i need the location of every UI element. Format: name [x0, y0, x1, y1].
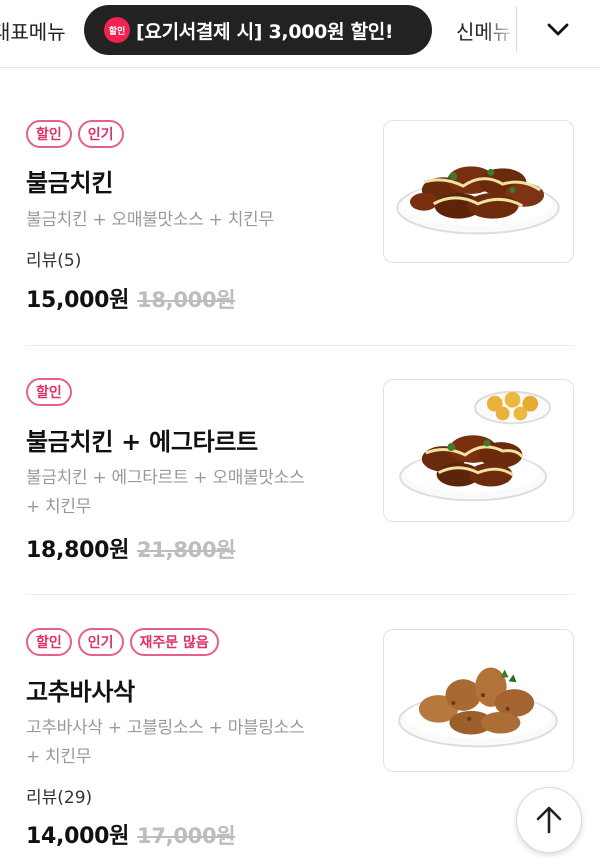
review-count[interactable]: 리뷰(29)	[26, 783, 92, 808]
arrow-up-icon	[536, 806, 562, 834]
discount-badge: 할인	[26, 628, 72, 656]
discount-badge: 할인	[26, 378, 72, 406]
menu-item-name: 고추바사삭	[26, 678, 135, 706]
popular-badge: 인기	[77, 628, 124, 656]
chevron-down-icon[interactable]	[544, 16, 572, 44]
sale-price: 14,000원	[26, 824, 130, 849]
original-price: 18,000원	[137, 288, 236, 312]
scroll-to-top-button[interactable]	[516, 787, 582, 853]
original-price: 17,000원	[137, 824, 236, 848]
tab-fade-overlay	[484, 6, 516, 56]
promo-text: [요기서결제 시] 3,000원 할인!	[136, 20, 394, 43]
menu-item-photo[interactable]	[383, 120, 574, 263]
menu-item-photo[interactable]	[383, 379, 574, 522]
tab-representative-menu[interactable]: 대표메뉴	[0, 16, 66, 45]
sale-price: 15,000원	[26, 288, 130, 313]
reorder-badge: 재주문 많음	[129, 628, 219, 656]
item-divider	[26, 594, 574, 595]
menu-item-description: 고추바사삭 + 고블링소스 + 마블링소스 + 치킨무	[26, 718, 305, 767]
original-price: 21,800원	[137, 538, 236, 562]
menu-item-description: 불금치킨 + 오매불맛소스 + 치킨무	[26, 210, 274, 230]
menu-item-photo[interactable]	[383, 629, 574, 772]
item-divider	[26, 345, 574, 346]
review-count[interactable]: 리뷰(5)	[26, 246, 81, 271]
menu-item-name: 불금치킨 + 에그타르트	[26, 428, 258, 456]
menu-item-description: 불금치킨 + 에그타르트 + 오매불맛소스 + 치킨무	[26, 468, 305, 517]
discount-badge: 할인	[26, 120, 72, 148]
category-tab-bar: 대표메뉴 할인 [요기서결제 시] 3,000원 할인! 신메뉴	[0, 0, 600, 68]
popular-badge: 인기	[77, 120, 124, 148]
discount-badge-icon: 할인	[104, 17, 130, 43]
menu-item-name: 불금치킨	[26, 169, 114, 197]
promo-discount-tab[interactable]: 할인 [요기서결제 시] 3,000원 할인!	[84, 5, 432, 55]
tab-divider	[516, 6, 517, 52]
sale-price: 18,800원	[26, 538, 130, 563]
